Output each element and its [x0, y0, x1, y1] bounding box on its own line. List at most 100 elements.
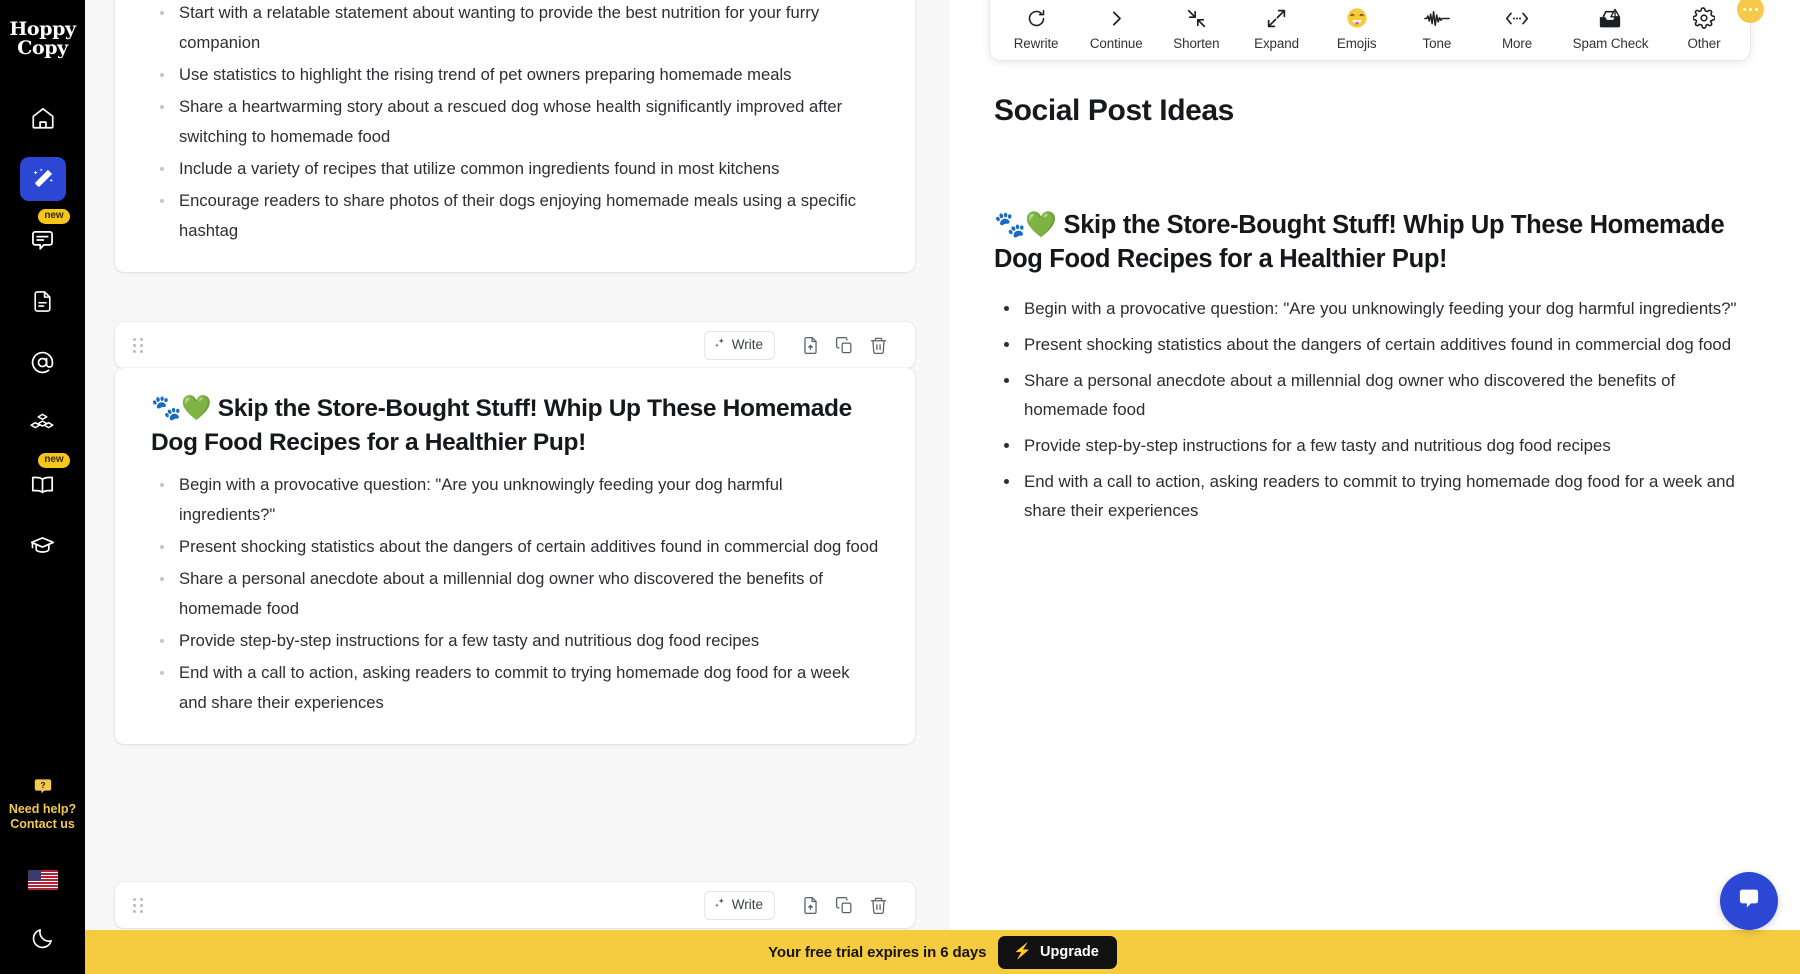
upgrade-button[interactable]: ⚡ Upgrade	[998, 936, 1117, 969]
ai-tool-shorten[interactable]: Shorten	[1156, 6, 1236, 51]
editor-block-two-list: Begin with a provocative question: "Are …	[151, 470, 879, 718]
code-dots-icon	[1505, 6, 1529, 30]
list-item: End with a call to action, asking reader…	[151, 658, 879, 718]
sidebar-item-library[interactable]: new	[20, 462, 66, 506]
write-button-label: Write	[732, 337, 763, 352]
book-icon	[29, 471, 56, 498]
waveform-icon	[1424, 6, 1450, 30]
preview-content: Social Post Ideas 🐾💚 Skip the Store-Boug…	[950, 78, 1800, 532]
trash-icon[interactable]	[863, 330, 893, 360]
preview-heading: 🐾💚 Skip the Store-Bought Stuff! Whip Up …	[994, 208, 1756, 276]
lightning-bolt-icon: ⚡	[1013, 944, 1032, 959]
flag-canton	[28, 870, 41, 881]
badge-new: new	[38, 453, 69, 468]
list-item: Present shocking statistics about the da…	[151, 532, 879, 562]
chat-bubble-icon	[29, 227, 56, 254]
ai-tool-spam-check[interactable]: Spam Check	[1557, 6, 1664, 51]
file-export-icon[interactable]	[795, 890, 825, 920]
brand-line-2: Copy	[17, 39, 68, 58]
list-item: Begin with a provocative question: "Are …	[151, 470, 879, 530]
list-item: Include a variety of recipes that utiliz…	[151, 154, 879, 184]
home-icon	[30, 105, 56, 131]
drag-handle-icon[interactable]	[133, 335, 147, 355]
refresh-icon	[1026, 6, 1047, 30]
copy-icon[interactable]	[829, 890, 859, 920]
magic-wand-icon	[30, 166, 56, 192]
editor-block-one[interactable]: Start with a relatable statement about w…	[115, 0, 915, 272]
write-button[interactable]: Write	[704, 891, 775, 920]
list-item: Present shocking statistics about the da…	[994, 330, 1756, 359]
smiley-emoji-icon	[1346, 6, 1368, 30]
list-item: Begin with a provocative question: "Are …	[994, 294, 1756, 323]
preview-pane: Rewrite Continue Shorten	[950, 0, 1800, 974]
sidebar-item-templates[interactable]	[20, 401, 66, 445]
trial-banner: Your free trial expires in 6 days ⚡ Upgr…	[85, 930, 1800, 974]
ai-tool-label: Emojis	[1337, 36, 1377, 51]
sidebar-item-chat[interactable]: new	[20, 218, 66, 262]
ai-tool-expand[interactable]: Expand	[1236, 6, 1316, 51]
editor-block-two[interactable]: 🐾💚 Skip the Store-Bought Stuff! Whip Up …	[115, 368, 915, 744]
brand-logo[interactable]: Hoppy Copy	[0, 0, 85, 78]
upgrade-button-label: Upgrade	[1040, 944, 1099, 960]
help-line-2: Contact us	[10, 817, 75, 832]
gear-icon	[1693, 6, 1715, 30]
block-toolbar-top: Write	[115, 322, 915, 368]
editor-pane: Start with a relatable statement about w…	[85, 0, 950, 974]
ai-tool-tone[interactable]: Tone	[1397, 6, 1477, 51]
list-item: Provide step-by-step instructions for a …	[994, 431, 1756, 460]
list-item: Share a personal anecdote about a millen…	[994, 366, 1756, 424]
ai-tool-rewrite[interactable]: Rewrite	[996, 6, 1076, 51]
help-contact-link[interactable]: ? Need help? Contact us	[9, 778, 76, 832]
sidebar-nav: new	[0, 96, 85, 567]
list-item: Share a personal anecdote about a millen…	[151, 564, 879, 624]
document-icon	[30, 289, 55, 314]
ai-tools-toolbar: Rewrite Continue Shorten	[990, 0, 1750, 60]
sparkle-icon	[714, 897, 727, 913]
chat-widget-button[interactable]	[1720, 872, 1778, 930]
list-item: Provide step-by-step instructions for a …	[151, 626, 879, 656]
arrows-out-icon	[1266, 6, 1287, 30]
moon-icon[interactable]	[30, 926, 55, 956]
ellipsis-icon[interactable]	[1737, 0, 1764, 23]
sidebar-item-email[interactable]	[20, 340, 66, 384]
sidebar-item-home[interactable]	[20, 96, 66, 140]
badge-new: new	[38, 209, 69, 224]
help-line-1: Need help?	[9, 802, 76, 817]
file-export-icon[interactable]	[795, 330, 825, 360]
list-item: Encourage readers to share photos of the…	[151, 186, 879, 246]
ai-tool-other[interactable]: Other	[1664, 6, 1744, 51]
us-flag-icon[interactable]	[28, 870, 58, 890]
spam-inbox-icon	[1598, 6, 1622, 30]
sidebar-item-documents[interactable]	[20, 279, 66, 323]
ai-tool-emojis[interactable]: Emojis	[1317, 6, 1397, 51]
trash-icon[interactable]	[863, 890, 893, 920]
ai-tool-label: Continue	[1090, 36, 1143, 51]
sidebar-bottom: ? Need help? Contact us	[0, 778, 85, 956]
ai-tool-continue[interactable]: Continue	[1076, 6, 1156, 51]
page-title: Social Post Ideas	[994, 94, 1756, 128]
copy-icon[interactable]	[829, 330, 859, 360]
ai-tool-label: Shorten	[1173, 36, 1219, 51]
blocks-icon	[29, 410, 56, 437]
preview-list: Begin with a provocative question: "Are …	[994, 294, 1756, 525]
list-item: End with a call to action, asking reader…	[994, 467, 1756, 525]
graduation-cap-icon	[29, 532, 56, 559]
sidebar-item-academy[interactable]	[20, 523, 66, 567]
sidebar-item-campaigns[interactable]	[20, 157, 66, 201]
block-toolbar-bottom: Write	[115, 882, 915, 928]
arrows-in-icon	[1186, 6, 1207, 30]
app-root: Start with a relatable statement about w…	[0, 0, 1800, 974]
list-item: Share a heartwarming story about a rescu…	[151, 92, 879, 152]
ai-tool-label: Tone	[1423, 36, 1452, 51]
editor-block-two-body: 🐾💚 Skip the Store-Bought Stuff! Whip Up …	[115, 368, 915, 744]
at-sign-icon	[29, 349, 56, 376]
write-button[interactable]: Write	[704, 331, 775, 360]
svg-text:?: ?	[40, 781, 45, 790]
chevron-right-icon	[1106, 6, 1127, 30]
trial-banner-text: Your free trial expires in 6 days	[768, 944, 986, 961]
sparkle-icon	[714, 337, 727, 353]
drag-handle-icon[interactable]	[133, 895, 147, 915]
list-item: Use statistics to highlight the rising t…	[151, 60, 879, 90]
write-button-label: Write	[732, 897, 763, 912]
ai-tool-more[interactable]: More	[1477, 6, 1557, 51]
